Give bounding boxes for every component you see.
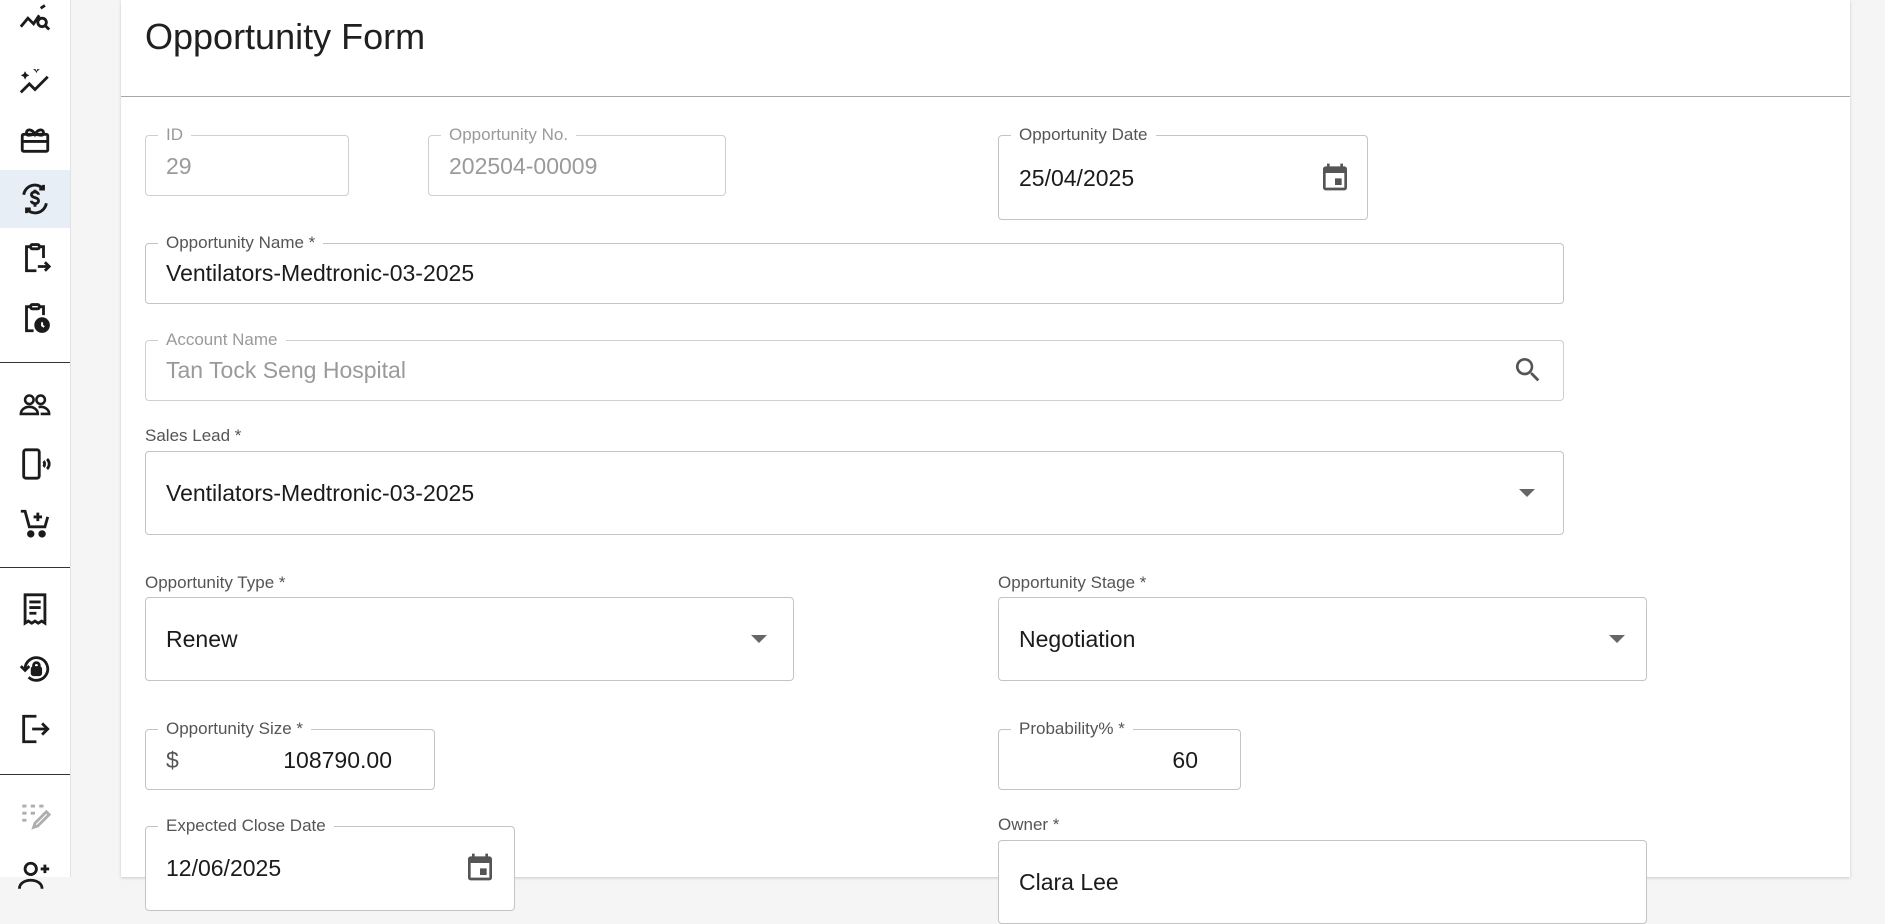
chevron-down-icon[interactable] xyxy=(1609,635,1625,643)
probability-label: Probability% * xyxy=(1011,719,1133,739)
expected-close-date-value[interactable]: 12/06/2025 xyxy=(166,855,281,882)
probability-field[interactable]: Probability% * 60 xyxy=(998,719,1241,790)
owner-label: Owner * xyxy=(998,815,1060,834)
sidebar-nav xyxy=(0,0,71,889)
opportunity-no-field: Opportunity No. 202504-00009 xyxy=(428,125,726,196)
receipt-icon[interactable] xyxy=(0,580,70,638)
opportunity-no-value: 202504-00009 xyxy=(449,153,598,179)
opportunity-name-label: Opportunity Name * xyxy=(158,233,324,253)
opportunity-size-label: Opportunity Size * xyxy=(158,719,312,739)
owner-value[interactable]: Clara Lee xyxy=(1019,869,1119,896)
opportunity-stage-label: Opportunity Stage * xyxy=(998,573,1147,592)
opportunity-type-select[interactable]: Renew xyxy=(145,597,794,681)
sales-lead-select[interactable]: Ventilators-Medtronic-03-2025 xyxy=(145,451,1564,535)
account-name-value: Tan Tock Seng Hospital xyxy=(166,357,406,383)
id-value: 29 xyxy=(166,153,192,179)
calendar-icon[interactable] xyxy=(1319,160,1351,199)
opportunity-date-value[interactable]: 25/04/2025 xyxy=(1019,165,1134,192)
id-label: ID xyxy=(158,125,191,145)
opportunity-date-label: Opportunity Date xyxy=(1011,125,1156,145)
opportunity-name-field[interactable]: Opportunity Name * Ventilators-Medtronic… xyxy=(145,233,1564,304)
opportunity-size-value[interactable]: 108790.00 xyxy=(283,747,392,774)
opportunity-date-field[interactable]: Opportunity Date 25/04/2025 xyxy=(998,125,1368,220)
expected-close-date-field[interactable]: Expected Close Date 12/06/2025 xyxy=(145,816,515,911)
owner-select[interactable]: Clara Lee xyxy=(998,840,1647,924)
logout-icon[interactable] xyxy=(0,700,70,758)
search-icon[interactable] xyxy=(1512,354,1544,391)
edit-grid-icon[interactable] xyxy=(0,787,70,845)
chevron-down-icon[interactable] xyxy=(1519,489,1535,497)
opportunity-type-value[interactable]: Renew xyxy=(166,626,238,653)
card-header: Opportunity Form xyxy=(121,0,1850,97)
add-shopping-cart-icon[interactable] xyxy=(0,495,70,553)
phone-vibrate-icon[interactable] xyxy=(0,435,70,493)
clipboard-clock-icon[interactable] xyxy=(0,289,70,347)
clipboard-arrow-icon[interactable] xyxy=(0,229,70,287)
calendar-icon[interactable] xyxy=(464,850,496,889)
opportunity-type-label: Opportunity Type * xyxy=(145,573,286,592)
opportunity-size-field[interactable]: Opportunity Size * $ 108790.00 xyxy=(145,719,435,790)
currency-prefix: $ xyxy=(166,747,179,773)
expected-close-date-label: Expected Close Date xyxy=(158,816,334,836)
probability-value[interactable]: 60 xyxy=(1172,747,1198,774)
currency-exchange-icon[interactable] xyxy=(0,170,70,228)
sales-lead-label: Sales Lead * xyxy=(145,426,242,445)
gift-card-icon[interactable] xyxy=(0,111,70,169)
opportunity-stage-select[interactable]: Negotiation xyxy=(998,597,1647,681)
opportunity-stage-value[interactable]: Negotiation xyxy=(1019,626,1135,653)
opportunity-name-value[interactable]: Ventilators-Medtronic-03-2025 xyxy=(166,260,474,287)
person-add-icon[interactable] xyxy=(0,847,70,905)
account-name-field: Account Name Tan Tock Seng Hospital xyxy=(145,330,1564,401)
id-field: ID 29 xyxy=(145,125,349,196)
sales-lead-value[interactable]: Ventilators-Medtronic-03-2025 xyxy=(166,480,474,507)
lock-reset-icon[interactable] xyxy=(0,640,70,698)
account-name-label: Account Name xyxy=(158,330,286,350)
opportunity-no-label: Opportunity No. xyxy=(441,125,577,145)
trending-search-icon[interactable] xyxy=(0,0,70,50)
opportunity-form-card: Opportunity Form ID 29 Opportunity No. 2… xyxy=(121,0,1850,924)
insights-sparkle-icon[interactable] xyxy=(0,52,70,110)
chevron-down-icon[interactable] xyxy=(751,635,767,643)
people-icon[interactable] xyxy=(0,375,70,433)
page-title: Opportunity Form xyxy=(145,16,426,57)
